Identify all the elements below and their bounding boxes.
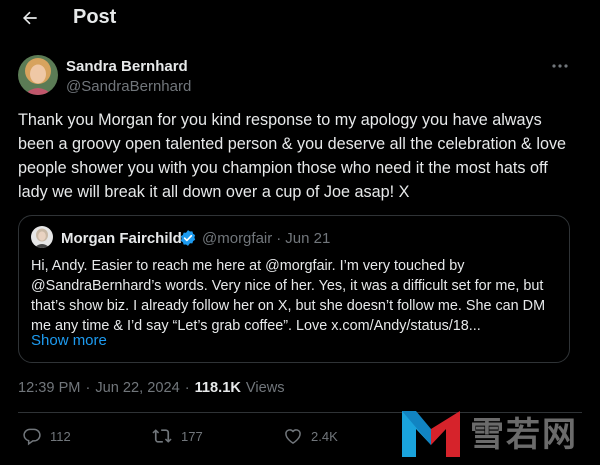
post-timestamp: 12:39 PM · Jun 22, 2024 · 118.1K Views bbox=[18, 380, 285, 396]
quoted-post[interactable]: Morgan Fairchild @morgfair · Jun 21 Hi, … bbox=[18, 215, 570, 363]
post-date[interactable]: Jun 22, 2024 bbox=[95, 380, 179, 396]
quoted-meta: @morgfair · Jun 21 bbox=[202, 230, 330, 247]
meta-separator: · bbox=[276, 230, 282, 247]
like-button[interactable]: 2.4K bbox=[283, 426, 338, 446]
quoted-author-name[interactable]: Morgan Fairchild bbox=[61, 230, 182, 247]
stamp-separator: · bbox=[184, 380, 190, 396]
repost-button[interactable]: 177 bbox=[151, 426, 203, 446]
quoted-text: Hi, Andy. Easier to reach me here at @mo… bbox=[31, 258, 546, 334]
views-label: Views bbox=[245, 380, 285, 396]
views-count: 118.1K bbox=[194, 380, 241, 396]
watermark: 雪若网 bbox=[398, 405, 598, 460]
post-text: Thank you Morgan for you kind response t… bbox=[18, 111, 567, 201]
more-icon[interactable] bbox=[548, 56, 572, 76]
like-icon bbox=[283, 426, 303, 446]
author-avatar[interactable] bbox=[18, 55, 58, 95]
watermark-text: 雪若网 bbox=[470, 415, 578, 455]
quoted-avatar[interactable] bbox=[31, 226, 53, 248]
watermark-logo bbox=[402, 411, 460, 457]
quoted-date[interactable]: Jun 21 bbox=[285, 230, 330, 247]
show-more-link[interactable]: Show more bbox=[31, 332, 107, 349]
repost-icon bbox=[151, 426, 173, 446]
quoted-handle[interactable]: @morgfair bbox=[202, 230, 272, 247]
reply-count: 112 bbox=[50, 428, 71, 444]
reply-button[interactable]: 112 bbox=[22, 426, 71, 446]
reply-icon bbox=[22, 426, 42, 446]
like-count: 2.4K bbox=[311, 428, 338, 444]
back-arrow-icon[interactable] bbox=[18, 6, 42, 30]
stamp-separator: · bbox=[85, 380, 91, 396]
author-name[interactable]: Sandra Bernhard bbox=[66, 58, 188, 75]
repost-count: 177 bbox=[181, 428, 203, 444]
post-header: Post bbox=[0, 0, 600, 36]
verified-icon bbox=[179, 229, 197, 247]
author-handle[interactable]: @SandraBernhard bbox=[66, 78, 191, 95]
post-time[interactable]: 12:39 PM bbox=[18, 380, 80, 396]
page-title: Post bbox=[73, 6, 117, 28]
